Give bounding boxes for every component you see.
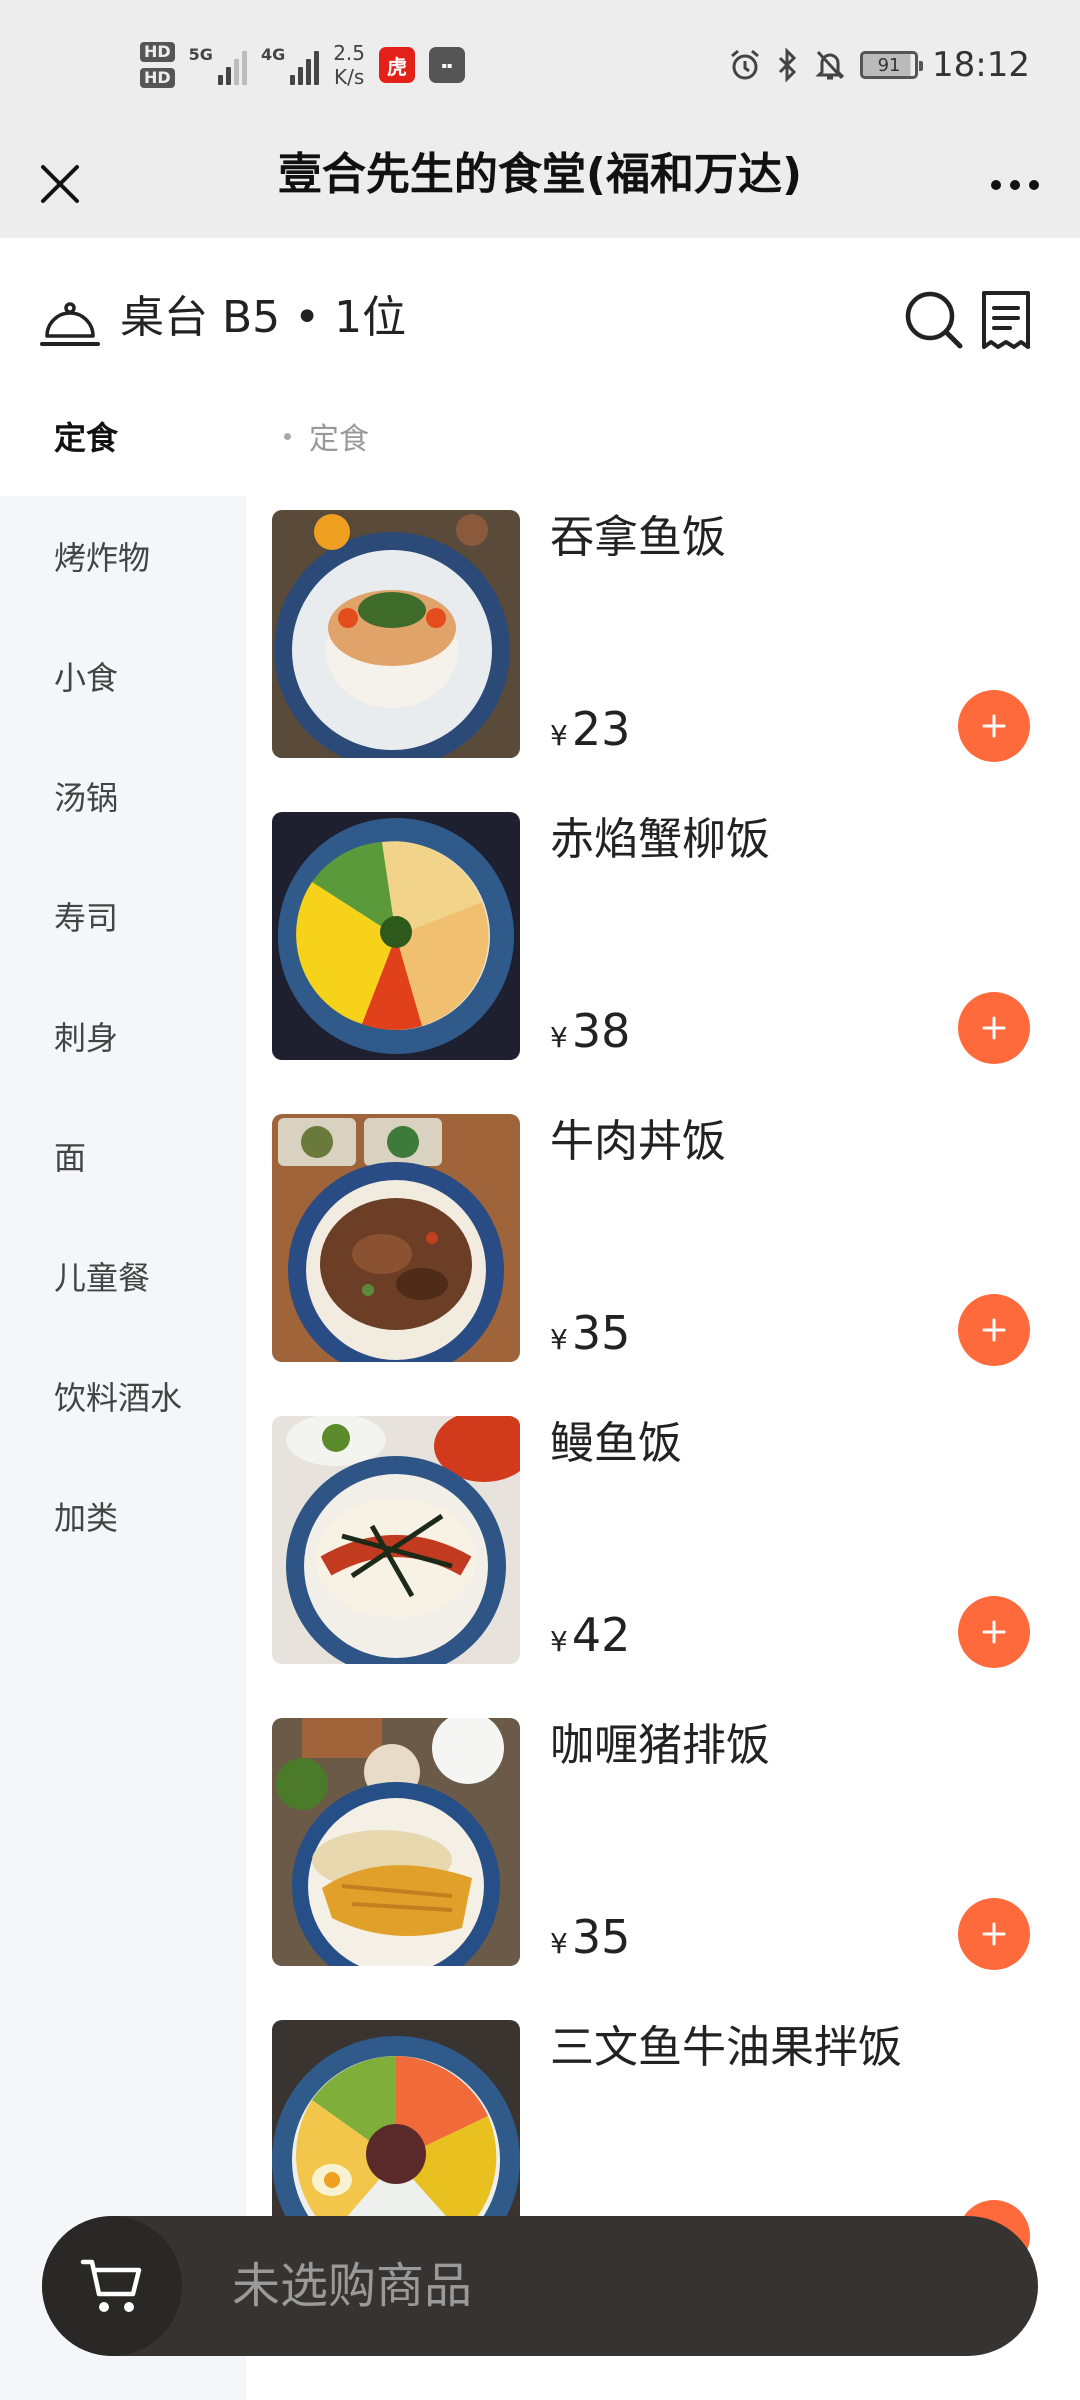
- dish-photo[interactable]: [272, 1114, 520, 1362]
- section-dot-icon: [284, 432, 291, 440]
- dish-name: 牛肉丼饭: [550, 1116, 726, 1167]
- signal-4g-icon: 4G: [260, 45, 320, 85]
- huawei-app-icon: ▪▪: [429, 47, 466, 83]
- dish-photo[interactable]: [272, 1718, 520, 1966]
- currency-symbol: ¥: [550, 1021, 568, 1054]
- hd-indicators: HD HD: [140, 42, 175, 88]
- mute-bell-icon: [815, 50, 845, 80]
- dish-item[interactable]: 牛肉丼饭 ¥35: [246, 1100, 1080, 1402]
- clock: 18:12: [932, 45, 1030, 85]
- dish-price: ¥35: [550, 1912, 630, 1973]
- plus-icon: [982, 1620, 1006, 1644]
- sidebar-item-drinks[interactable]: 饮料酒水: [0, 1336, 246, 1456]
- sidebar-item-noodles[interactable]: 面: [0, 1096, 246, 1216]
- price-value: 42: [571, 1608, 631, 1662]
- add-to-cart-button[interactable]: [958, 1294, 1030, 1366]
- dish-price: ¥23: [550, 704, 630, 765]
- plus-icon: [982, 1922, 1006, 1946]
- category-sidebar: 定食 烤炸物 小食 汤锅 寿司 刺身 面 儿童餐 饮料酒水 加类: [0, 376, 246, 2400]
- dish-photo[interactable]: [272, 1416, 520, 1664]
- sidebar-item-kids-meal[interactable]: 儿童餐: [0, 1216, 246, 1336]
- table-info-row: 桌台 B5 • 1位: [0, 238, 1080, 376]
- search-button[interactable]: [904, 290, 964, 350]
- more-dot-icon: [1029, 180, 1039, 190]
- cart-empty-text: 未选购商品: [232, 2258, 473, 2314]
- close-icon: [41, 165, 79, 203]
- dish-item[interactable]: 赤焰蟹柳饭 ¥38: [246, 798, 1080, 1100]
- sidebar-item-hotpot[interactable]: 汤锅: [0, 736, 246, 856]
- sidebar-item-set-meal[interactable]: 定食: [0, 376, 246, 496]
- alarm-icon: [731, 49, 759, 80]
- more-dot-icon: [991, 180, 1001, 190]
- dish-photo[interactable]: [272, 812, 520, 1060]
- status-left: HD HD 5G 4G 2.5 K/s 虎 ▪▪: [140, 30, 466, 100]
- more-options-button[interactable]: [980, 160, 1050, 210]
- dish-item[interactable]: 鳗鱼饭 ¥42: [246, 1402, 1080, 1704]
- section-header: 定食: [246, 376, 1080, 496]
- hd-badge-1: HD: [140, 42, 175, 62]
- cart-button[interactable]: [42, 2216, 182, 2356]
- title-bar: 壹合先生的食堂(福和万达): [0, 130, 1080, 238]
- signal-5g-icon: 5G: [189, 45, 247, 85]
- sidebar-item-sashimi[interactable]: 刺身: [0, 976, 246, 1096]
- plus-icon: [982, 714, 1006, 738]
- plus-icon: [982, 1016, 1006, 1040]
- add-to-cart-button[interactable]: [958, 1596, 1030, 1668]
- dish-photo[interactable]: [272, 510, 520, 758]
- order-receipt-button[interactable]: [978, 290, 1034, 350]
- sidebar-item-sushi[interactable]: 寿司: [0, 856, 246, 976]
- price-value: 35: [571, 1306, 631, 1360]
- dish-list: 定食 吞拿鱼饭 ¥23 赤焰蟹柳饭 ¥38 牛肉丼饭 ¥35 鳗鱼饭 ¥42 咖…: [246, 376, 1080, 2400]
- network-speed-value: 2.5: [333, 41, 366, 65]
- currency-symbol: ¥: [550, 1323, 568, 1356]
- network-type-4g: 4G: [260, 45, 286, 64]
- bluetooth-icon: [778, 48, 797, 82]
- sidebar-item-snacks[interactable]: 小食: [0, 616, 246, 736]
- sidebar-item-grilled-fried[interactable]: 烤炸物: [0, 496, 246, 616]
- search-icon: [905, 291, 963, 349]
- price-value: 38: [571, 1004, 631, 1058]
- dish-name: 咖喱猪排饭: [550, 1720, 770, 1771]
- add-to-cart-button[interactable]: [958, 992, 1030, 1064]
- status-right: 91 18:12: [728, 38, 1030, 92]
- status-bar: HD HD 5G 4G 2.5 K/s 虎 ▪▪ 91 18:12: [0, 0, 1080, 130]
- close-button[interactable]: [30, 154, 90, 214]
- currency-symbol: ¥: [550, 719, 568, 752]
- dish-item[interactable]: 咖喱猪排饭 ¥35: [246, 1704, 1080, 2006]
- battery-icon: 91: [860, 51, 924, 79]
- price-value: 35: [571, 1910, 631, 1964]
- hd-badge-2: HD: [140, 68, 175, 88]
- sidebar-item-extras[interactable]: 加类: [0, 1456, 246, 1576]
- network-speed-unit: K/s: [333, 65, 365, 89]
- more-dot-icon: [1010, 180, 1020, 190]
- dish-price: ¥38: [550, 1006, 630, 1067]
- network-speed: 2.5 K/s: [333, 41, 365, 89]
- page-title: 壹合先生的食堂(福和万达): [277, 149, 803, 200]
- table-label: 桌台 B5 • 1位: [120, 292, 407, 343]
- dish-name: 三文鱼牛油果拌饭: [550, 2022, 902, 2073]
- receipt-icon: [982, 291, 1030, 349]
- dish-name: 吞拿鱼饭: [550, 512, 726, 563]
- dish-price: ¥35: [550, 1308, 630, 1369]
- dish-item[interactable]: 吞拿鱼饭 ¥23: [246, 496, 1080, 798]
- app-notification-icon: 虎: [379, 47, 416, 83]
- price-value: 23: [571, 702, 631, 756]
- cart-bar[interactable]: 未选购商品: [42, 2216, 1038, 2356]
- add-to-cart-button[interactable]: [958, 690, 1030, 762]
- shopping-cart-icon: [80, 2259, 142, 2312]
- dish-name: 赤焰蟹柳饭: [550, 814, 770, 865]
- service-bell-icon: [40, 302, 100, 346]
- currency-symbol: ¥: [550, 1625, 568, 1658]
- dish-price: ¥42: [550, 1610, 630, 1671]
- network-type-5g: 5G: [188, 45, 213, 64]
- section-title: 定食: [309, 422, 369, 457]
- currency-symbol: ¥: [550, 1927, 568, 1960]
- add-to-cart-button[interactable]: [958, 1898, 1030, 1970]
- plus-icon: [982, 1318, 1006, 1342]
- dish-name: 鳗鱼饭: [550, 1418, 682, 1469]
